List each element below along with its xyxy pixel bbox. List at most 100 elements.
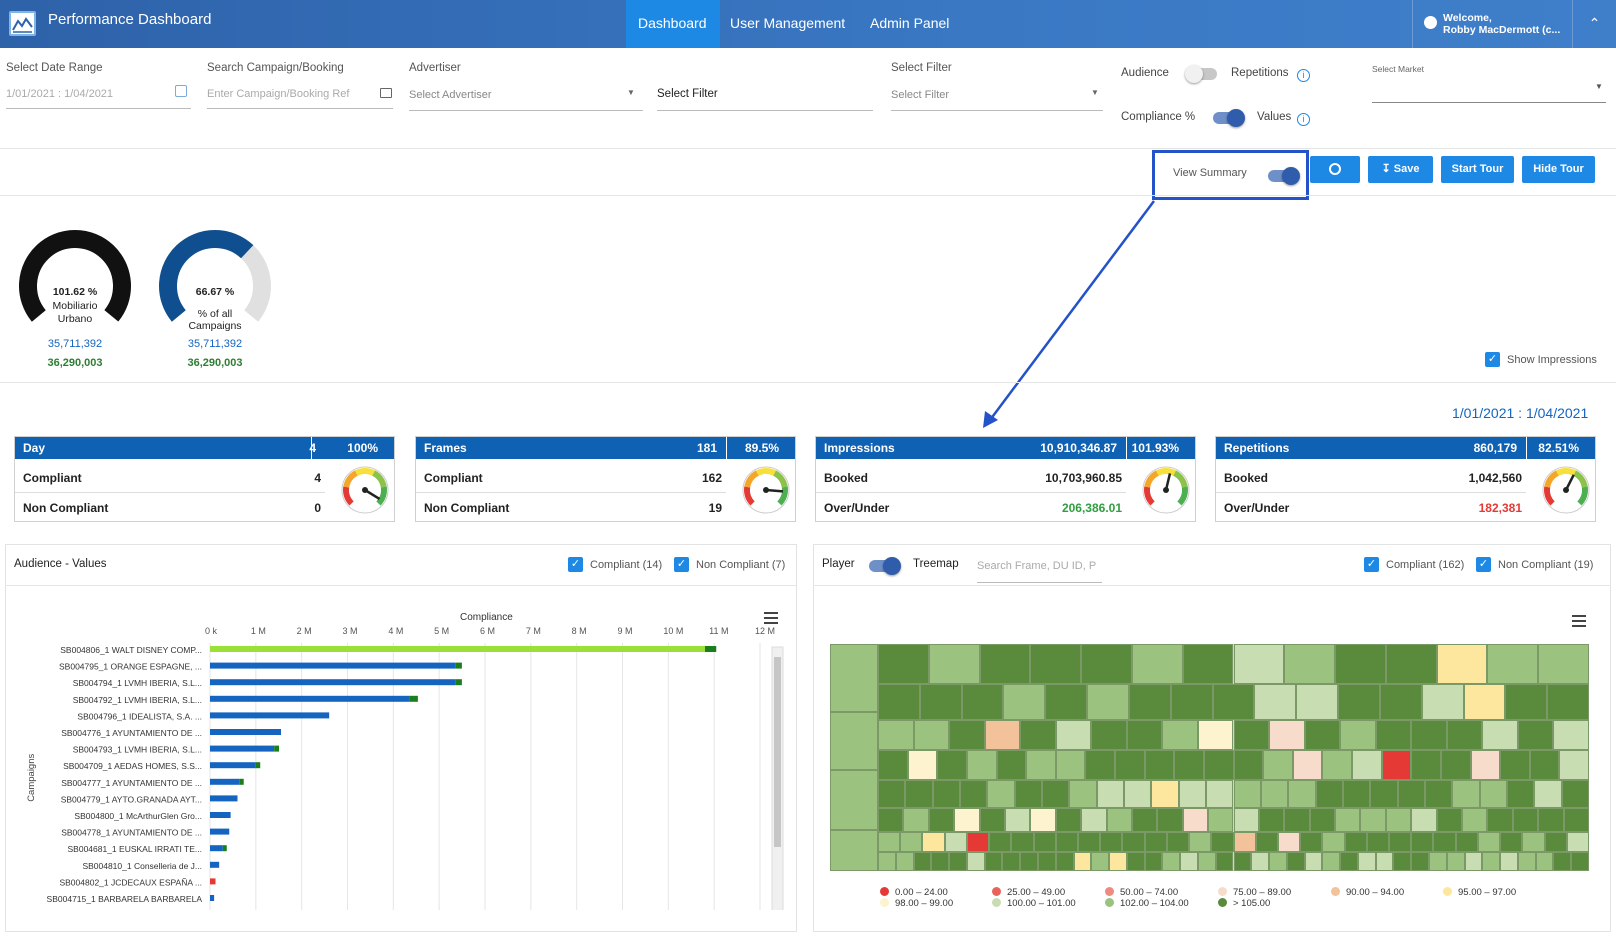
treemap-tile[interactable] <box>1411 808 1437 832</box>
treemap-search-input[interactable]: Search Frame, DU ID, P <box>977 560 1096 572</box>
treemap-tile[interactable] <box>1563 808 1589 832</box>
treemap-tile[interactable] <box>878 644 929 684</box>
treemap-tile[interactable] <box>1144 750 1175 780</box>
treemap-tile[interactable] <box>1284 808 1310 832</box>
treemap-tile[interactable] <box>1470 750 1501 780</box>
treemap-tile[interactable] <box>1128 684 1171 720</box>
treemap-tile[interactable] <box>1411 852 1430 871</box>
treemap-tile[interactable] <box>1464 852 1483 871</box>
treemap-tile[interactable] <box>878 852 896 871</box>
treemap-tile[interactable] <box>1352 750 1382 780</box>
treemap-tile[interactable] <box>944 832 967 852</box>
treemap-tile[interactable] <box>1482 852 1501 871</box>
treemap-tile[interactable] <box>1124 780 1152 808</box>
treemap-tile[interactable] <box>1340 720 1376 750</box>
treemap-tile[interactable] <box>905 780 933 808</box>
treemap-tile[interactable] <box>1020 720 1056 750</box>
treemap-tile[interactable] <box>1197 720 1234 750</box>
treemap-tile[interactable] <box>1506 780 1535 808</box>
treemap-tile[interactable] <box>1115 750 1145 780</box>
treemap-tile[interactable] <box>928 808 955 832</box>
treemap-tile[interactable] <box>1004 808 1031 832</box>
treemap-tile[interactable] <box>1547 684 1589 720</box>
treemap-tile[interactable] <box>1091 720 1127 750</box>
treemap-tile[interactable] <box>1091 852 1110 871</box>
treemap-tile[interactable] <box>1081 808 1107 832</box>
treemap-tile[interactable] <box>1389 832 1412 852</box>
treemap-tile[interactable] <box>1500 832 1523 852</box>
treemap-tile[interactable] <box>1366 832 1390 852</box>
treemap-tile[interactable] <box>1544 832 1567 852</box>
treemap-tile[interactable] <box>1131 644 1183 684</box>
treemap-tile[interactable] <box>1500 750 1530 780</box>
treemap-tile[interactable] <box>1073 852 1092 871</box>
treemap-tile[interactable] <box>830 830 878 871</box>
treemap-legend-item[interactable]: 0.00 – 24.00 <box>880 887 948 898</box>
treemap-legend-item[interactable]: 98.00 – 99.00 <box>880 898 953 909</box>
treemap-tile[interactable] <box>1162 852 1181 871</box>
treemap-tile[interactable] <box>919 684 962 720</box>
treemap-tile[interactable] <box>830 770 878 830</box>
treemap-tile[interactable] <box>1233 808 1259 832</box>
treemap-tile[interactable] <box>1300 832 1323 852</box>
treemap-tile[interactable] <box>830 644 878 712</box>
treemap-tile[interactable] <box>1096 780 1125 808</box>
treemap-tile[interactable] <box>928 644 980 684</box>
treemap-tile[interactable] <box>1322 832 1345 852</box>
treemap-tile[interactable] <box>1335 808 1361 832</box>
treemap-tile[interactable] <box>1381 750 1412 780</box>
treemap-tile[interactable] <box>1411 750 1441 780</box>
treemap-tile[interactable] <box>1561 780 1589 808</box>
treemap-tile[interactable] <box>1296 684 1339 720</box>
treemap-tile[interactable] <box>903 808 929 832</box>
treemap-tile[interactable] <box>1045 684 1088 720</box>
treemap-tile[interactable] <box>1538 808 1564 832</box>
treemap-tile[interactable] <box>1500 852 1518 871</box>
treemap-legend-item[interactable]: 90.00 – 94.00 <box>1331 887 1404 898</box>
treemap-tile[interactable] <box>1182 644 1234 684</box>
treemap-tile[interactable] <box>1255 832 1278 852</box>
treemap-tile[interactable] <box>954 808 980 832</box>
treemap-tile[interactable] <box>1433 832 1456 852</box>
treemap-tile[interactable] <box>1002 852 1021 871</box>
treemap-tile[interactable] <box>1106 808 1132 832</box>
treemap-tile[interactable] <box>1571 852 1589 871</box>
treemap-tile[interactable] <box>1211 832 1234 852</box>
treemap-tile[interactable] <box>1538 644 1589 684</box>
treemap-legend-item[interactable]: 95.00 – 97.00 <box>1443 887 1516 898</box>
treemap-tile[interactable] <box>1269 852 1287 871</box>
treemap-tile[interactable] <box>1344 832 1367 852</box>
treemap-tile[interactable] <box>878 780 906 808</box>
treemap-tile[interactable] <box>932 780 961 808</box>
treemap-tile[interactable] <box>979 808 1005 832</box>
treemap-tile[interactable] <box>913 852 932 871</box>
treemap-tile[interactable] <box>1566 832 1589 852</box>
treemap-tile[interactable] <box>1393 852 1412 871</box>
treemap-tile[interactable] <box>1087 684 1129 720</box>
treemap-tile[interactable] <box>1517 852 1536 871</box>
treemap-legend-item[interactable]: > 105.00 <box>1218 898 1270 909</box>
treemap-tile[interactable] <box>960 780 988 808</box>
treemap-tile[interactable] <box>1421 684 1464 720</box>
treemap-tile[interactable] <box>1322 750 1352 780</box>
treemap-tile[interactable] <box>1452 780 1480 808</box>
treemap-tile[interactable] <box>878 832 901 852</box>
treemap-tile[interactable] <box>878 750 908 780</box>
treemap-tile[interactable] <box>966 750 997 780</box>
treemap-tile[interactable] <box>949 852 967 871</box>
treemap-tile[interactable] <box>1011 832 1034 852</box>
treemap-tile[interactable] <box>1455 832 1478 852</box>
treemap-tile[interactable] <box>1292 750 1323 780</box>
treemap-tile[interactable] <box>922 832 945 852</box>
treemap-tile[interactable] <box>1033 832 1056 852</box>
treemap-legend-item[interactable]: 50.00 – 74.00 <box>1105 887 1178 898</box>
treemap-tile[interactable] <box>1315 780 1343 808</box>
treemap-tile[interactable] <box>1322 852 1341 871</box>
treemap-tile[interactable] <box>1487 808 1513 832</box>
treemap-tile[interactable] <box>1233 644 1285 684</box>
treemap-tile[interactable] <box>1340 852 1358 871</box>
treemap-tile[interactable] <box>1233 852 1252 871</box>
treemap-tile[interactable] <box>966 852 985 871</box>
treemap-tile[interactable] <box>1360 808 1386 832</box>
treemap-tile[interactable] <box>1170 684 1213 720</box>
